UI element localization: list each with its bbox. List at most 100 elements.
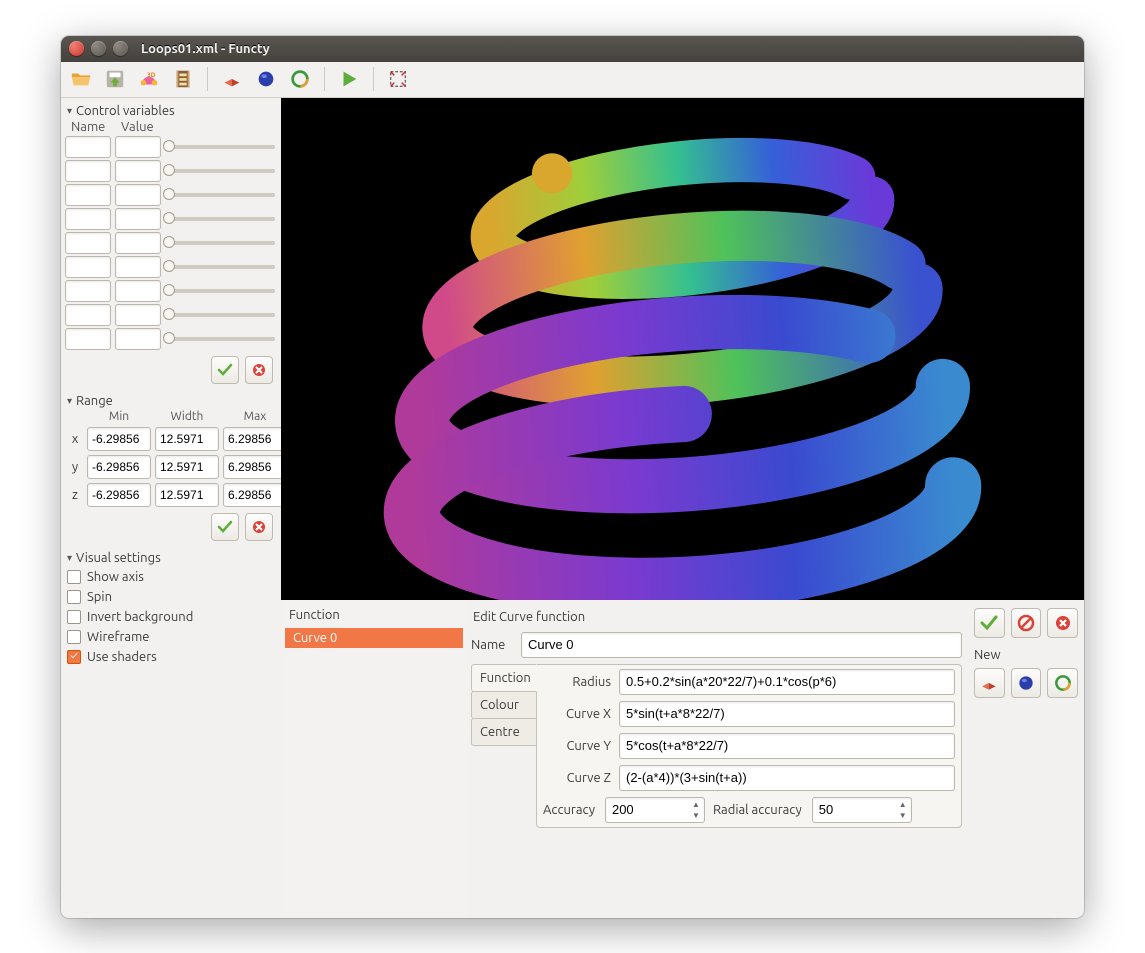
range-z-width[interactable] [155,483,219,507]
cartesian-button[interactable] [218,65,246,93]
cv-row [65,328,275,350]
tab-colour[interactable]: Colour [471,691,537,719]
chevron-down-icon[interactable]: ▼ [896,810,910,821]
save-icon [104,68,126,90]
cv-row [65,232,275,254]
radius-input[interactable] [619,669,955,695]
cv-name-input[interactable] [65,232,111,254]
window-maximize-button[interactable] [113,41,128,56]
editor-delete-button[interactable] [1047,608,1078,638]
cv-name-input[interactable] [65,256,111,278]
save-button[interactable] [101,65,129,93]
chevron-up-icon[interactable]: ▲ [689,799,703,810]
range-x-min[interactable] [87,427,151,451]
editor-apply-button[interactable] [974,608,1005,638]
new-curve-button[interactable] [1047,668,1078,698]
no-icon [1017,614,1035,632]
cv-name-input[interactable] [65,160,111,182]
radius-label: Radius [543,675,613,689]
titlebar[interactable]: Loops01.xml - Functy [61,36,1084,62]
use-shaders-checkbox[interactable]: Use shaders [65,647,275,667]
play-button[interactable] [335,65,363,93]
animation-button[interactable] [169,65,197,93]
curvez-input[interactable] [619,765,955,791]
range-x-width[interactable] [155,427,219,451]
visual-settings-header[interactable]: Visual settings [65,549,275,567]
cv-slider[interactable] [165,169,275,173]
cv-value-input[interactable] [115,256,161,278]
cv-slider[interactable] [165,217,275,221]
range-y-max[interactable] [223,455,281,479]
checkbox-icon [67,650,81,664]
cv-name-input[interactable] [65,208,111,230]
spin-label: Spin [87,590,112,604]
range-cancel-button[interactable] [245,513,273,541]
new-spherical-button[interactable] [1011,668,1042,698]
cv-value-input[interactable] [115,280,161,302]
invert-bg-checkbox[interactable]: Invert background [65,607,275,627]
radial-accuracy-stepper[interactable]: ▲▼ [812,797,912,823]
curvey-input[interactable] [619,733,955,759]
range-header[interactable]: Range [65,392,275,410]
cv-value-header: Value [121,120,154,134]
cv-value-input[interactable] [115,184,161,206]
chevron-down-icon[interactable]: ▼ [689,810,703,821]
invert-bg-label: Invert background [87,610,193,624]
wireframe-checkbox[interactable]: Wireframe [65,627,275,647]
range-x-max[interactable] [223,427,281,451]
export-button[interactable]: 3D [135,65,163,93]
open-button[interactable] [67,65,95,93]
cv-slider[interactable] [165,337,275,341]
range-y-width[interactable] [155,455,219,479]
cv-name-input[interactable] [65,136,111,158]
window-title: Loops01.xml - Functy [141,42,270,56]
cv-slider[interactable] [165,193,275,197]
curvez-label: Curve Z [543,771,613,785]
range-y-min[interactable] [87,455,151,479]
cv-name-input[interactable] [65,328,111,350]
cv-value-input[interactable] [115,160,161,182]
curve-name-input[interactable] [521,632,962,658]
cv-value-input[interactable] [115,208,161,230]
cv-value-input[interactable] [115,304,161,326]
control-variables-header[interactable]: Control variables [65,102,275,120]
range-max-header: Max [223,410,281,423]
cv-name-input[interactable] [65,184,111,206]
window-close-button[interactable] [69,41,84,56]
cv-value-input[interactable] [115,136,161,158]
cv-name-input[interactable] [65,280,111,302]
viewport-3d[interactable] [281,98,1084,600]
tab-centre[interactable]: Centre [471,718,537,746]
cv-cancel-button[interactable] [245,356,273,384]
cv-value-input[interactable] [115,232,161,254]
cv-slider[interactable] [165,241,275,245]
spin-checkbox[interactable]: Spin [65,587,275,607]
cartesian-icon [221,68,243,90]
cv-apply-button[interactable] [211,356,239,384]
checkbox-icon [67,630,81,644]
function-list-item[interactable]: Curve 0 [285,628,463,648]
cv-slider[interactable] [165,265,275,269]
new-cartesian-button[interactable] [974,668,1005,698]
cv-name-input[interactable] [65,304,111,326]
tab-function[interactable]: Function [471,664,537,692]
curvex-input[interactable] [619,701,955,727]
cv-slider[interactable] [165,313,275,317]
accuracy-stepper[interactable]: ▲▼ [605,797,705,823]
range-z-min[interactable] [87,483,151,507]
spherical-button[interactable] [252,65,280,93]
cv-slider[interactable] [165,145,275,149]
range-apply-button[interactable] [211,513,239,541]
range-z-max[interactable] [223,483,281,507]
editor-reject-button[interactable] [1011,608,1042,638]
fullscreen-button[interactable] [384,65,412,93]
chevron-up-icon[interactable]: ▲ [896,799,910,810]
app-window: Loops01.xml - Functy 3D [61,36,1084,918]
curve-button[interactable] [286,65,314,93]
cv-row [65,208,275,230]
window-minimize-button[interactable] [91,41,106,56]
cv-row [65,280,275,302]
cv-slider[interactable] [165,289,275,293]
cv-value-input[interactable] [115,328,161,350]
show-axis-checkbox[interactable]: Show axis [65,567,275,587]
